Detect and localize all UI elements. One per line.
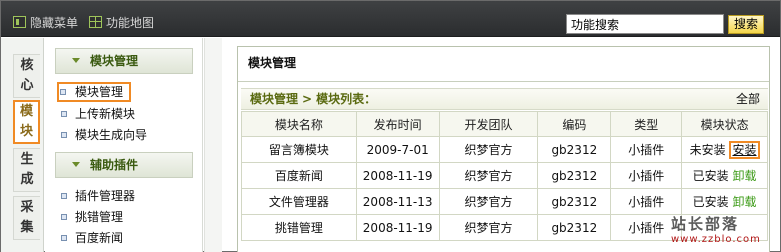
search-button[interactable]: 搜索: [728, 15, 764, 34]
col-header-team: 开发团队: [438, 111, 539, 137]
cell-name: 百度新闻: [241, 162, 357, 189]
tab-module[interactable]: 模块: [13, 100, 40, 144]
category-rail: 核心 模块 生成 采集: [1, 38, 44, 252]
cell-date: 2008-11-19: [355, 214, 440, 241]
tab-generate[interactable]: 生成: [13, 148, 40, 192]
hide-menu-label: 隐藏菜单: [30, 15, 79, 30]
top-toolbar: 隐藏菜单 功能地图 搜索: [1, 1, 780, 37]
function-map-link[interactable]: 功能地图: [89, 14, 154, 30]
cell-encoding: gb2312: [537, 136, 612, 163]
menu-item-upload-module[interactable]: 上传新模块: [59, 105, 135, 123]
tab-collect-label: 采集: [20, 200, 34, 235]
cell-type: 小插件: [610, 188, 683, 215]
menu-item-plugin-manager[interactable]: 插件管理器: [59, 187, 135, 205]
breadcrumb-module-management[interactable]: 模块管理: [250, 92, 298, 106]
search-input[interactable]: [566, 14, 724, 34]
bullet-icon: [61, 132, 67, 138]
cell-date: 2009-7-01: [355, 136, 440, 163]
site-watermark: 站长部落 www.zzblo.com: [671, 213, 775, 251]
uninstall-button[interactable]: 卸载: [732, 195, 756, 209]
menu-item-error-management[interactable]: 挑错管理: [59, 208, 123, 226]
page-title: 模块管理: [238, 47, 769, 82]
table-header-row: 模块名称 发布时间 开发团队 编码 类型 模块状态: [241, 111, 768, 137]
menu-group-label: 模块管理: [90, 54, 139, 68]
cell-type: 小插件: [610, 162, 683, 189]
menu-item-label: 模块管理: [75, 85, 124, 99]
cell-status: 未安装 安装: [681, 136, 768, 163]
cell-team: 织梦官方: [438, 188, 539, 215]
side-menu: 模块管理 模块管理 上传新模块 模块生成向导 辅助插件 插件管理器 挑错管理 百…: [45, 38, 203, 252]
cell-team: 织梦官方: [438, 214, 539, 241]
cell-team: 织梦官方: [438, 136, 539, 163]
status-text: 未安装: [689, 143, 726, 157]
install-button[interactable]: 安装: [729, 141, 760, 159]
table-row: 百度新闻 2008-11-19 织梦官方 gb2312 小插件 已安装 卸载: [241, 162, 768, 189]
filter-all-link[interactable]: 全部: [736, 89, 760, 109]
cell-encoding: gb2312: [537, 162, 612, 189]
breadcrumb-module-list: 模块列表：: [316, 92, 377, 106]
bullet-icon: [61, 214, 67, 220]
watermark-url: www.zzblo.com: [671, 234, 761, 245]
collapse-arrow-icon: [72, 58, 80, 63]
status-text: 已安装: [692, 169, 729, 183]
cell-team: 织梦官方: [438, 162, 539, 189]
menu-item-label: 上传新模块: [75, 107, 136, 121]
breadcrumb: 模块管理 > 模块列表： 全部: [241, 88, 768, 110]
menu-item-label: 插件管理器: [75, 189, 136, 203]
cell-encoding: gb2312: [537, 214, 612, 241]
tab-generate-label: 生成: [20, 152, 34, 187]
menu-group-plugins[interactable]: 辅助插件: [55, 152, 193, 178]
cell-encoding: gb2312: [537, 188, 612, 215]
cell-name: 挑错管理: [241, 214, 357, 241]
grid-icon: [89, 16, 102, 28]
table-row: 留言簿模块 2009-7-01 织梦官方 gb2312 小插件 未安装 安装: [241, 136, 768, 163]
menu-item-module-management[interactable]: 模块管理: [57, 82, 132, 102]
cell-status: 已安装 卸载: [681, 188, 768, 215]
status-text: 已安装: [692, 195, 729, 209]
menu-item-label: 挑错管理: [75, 210, 124, 224]
col-header-name: 模块名称: [241, 111, 357, 137]
hide-menu-icon: [13, 16, 26, 28]
tab-module-label: 模块: [19, 104, 33, 139]
menu-group-module-management[interactable]: 模块管理: [55, 48, 193, 74]
bullet-icon: [61, 193, 67, 199]
cell-name: 留言簿模块: [241, 136, 357, 163]
col-header-status: 模块状态: [681, 111, 768, 137]
cell-name: 文件管理器: [241, 188, 357, 215]
tab-collect[interactable]: 采集: [13, 196, 40, 240]
menu-item-baidu-news[interactable]: 百度新闻: [59, 229, 123, 247]
watermark-title: 站长部落: [671, 215, 740, 233]
col-header-date: 发布时间: [355, 111, 440, 137]
menu-item-label: 百度新闻: [75, 231, 124, 245]
hide-menu-link[interactable]: 隐藏菜单: [13, 14, 78, 30]
bullet-icon: [61, 111, 67, 117]
cell-status: 已安装 卸载: [681, 162, 768, 189]
menu-group-label: 辅助插件: [90, 158, 139, 172]
menu-item-module-wizard[interactable]: 模块生成向导: [59, 126, 147, 144]
breadcrumb-separator: >: [302, 92, 313, 106]
table-row: 文件管理器 2008-11-13 织梦官方 gb2312 小插件 已安装 卸载: [241, 188, 768, 215]
collapse-arrow-icon: [72, 162, 80, 167]
cell-type: 小插件: [610, 136, 683, 163]
bullet-icon: [61, 235, 67, 241]
tab-core[interactable]: 核心: [13, 54, 40, 98]
col-header-encoding: 编码: [537, 111, 612, 137]
bullet-icon: [60, 89, 66, 95]
function-map-label: 功能地图: [106, 15, 155, 30]
menu-item-label: 模块生成向导: [75, 128, 148, 142]
col-header-type: 类型: [610, 111, 683, 137]
panel-splitter[interactable]: [204, 38, 222, 252]
tab-core-label: 核心: [20, 58, 34, 93]
uninstall-button[interactable]: 卸载: [732, 169, 756, 183]
cell-date: 2008-11-19: [355, 162, 440, 189]
cell-date: 2008-11-13: [355, 188, 440, 215]
